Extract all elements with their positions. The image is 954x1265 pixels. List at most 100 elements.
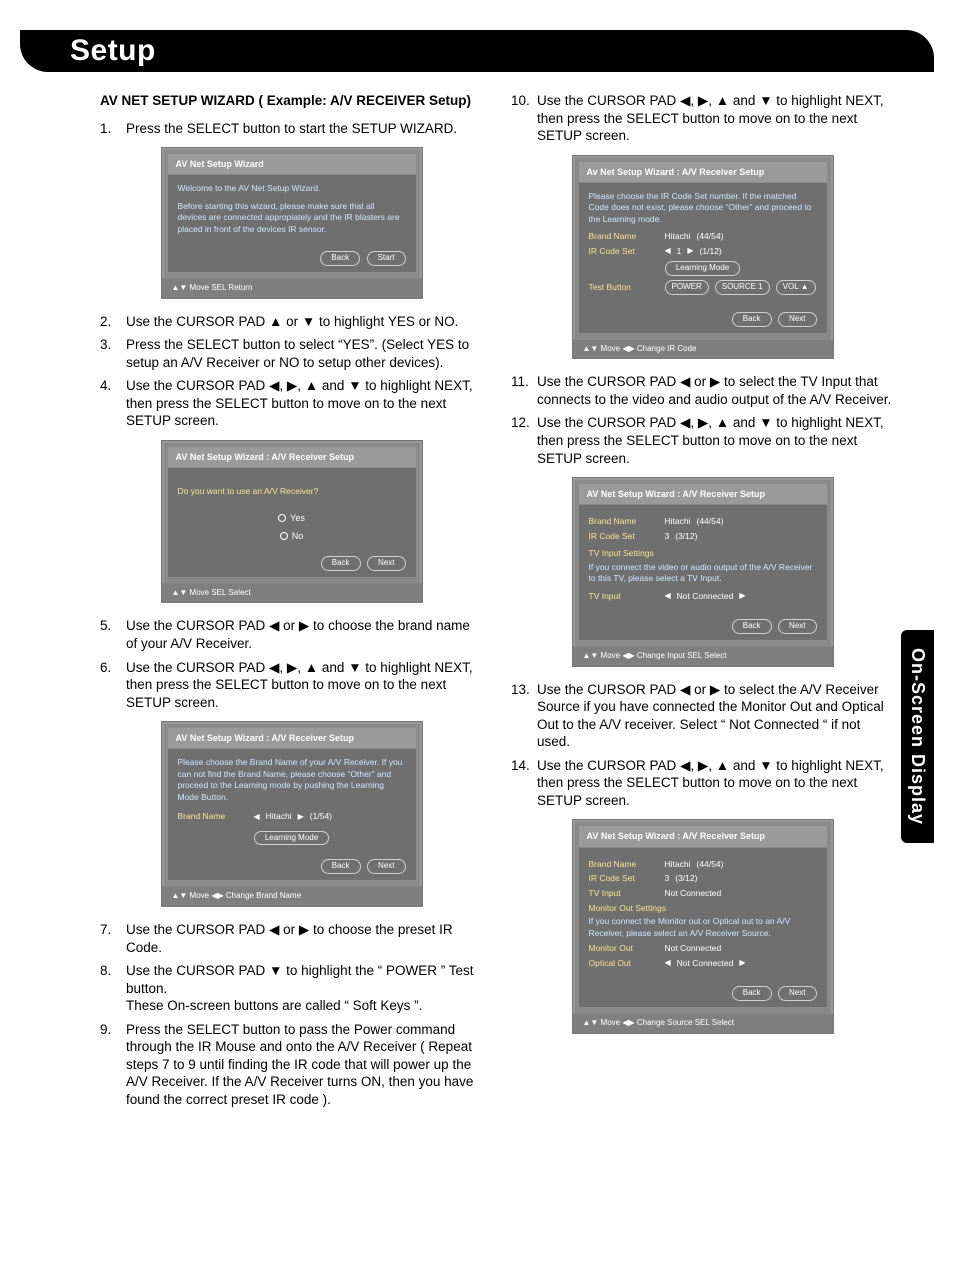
left-arrow-icon[interactable]: ◀: [665, 246, 671, 257]
osd-start-button[interactable]: Start: [367, 251, 406, 266]
tv-settings-msg: If you connect the video or audio output…: [589, 562, 817, 585]
right-arrow-icon[interactable]: ▶: [687, 246, 693, 257]
brand-value: Hitachi: [266, 811, 292, 822]
power-button[interactable]: POWER: [665, 280, 709, 295]
osd-back-button[interactable]: Back: [321, 859, 361, 874]
step-text: Use the CURSOR PAD ◀ or ▶ to choose the …: [126, 617, 483, 652]
ir-index: (3/12): [675, 873, 697, 884]
osd-next-button[interactable]: Next: [778, 312, 816, 327]
brand-label: Brand Name: [589, 859, 659, 870]
ir-value: 3: [665, 531, 670, 542]
side-tab: On-Screen Display: [901, 630, 934, 843]
right-arrow-icon[interactable]: ▶: [739, 958, 745, 969]
osd-tvinput: AV Net Setup Wizard : A/V Receiver Setup…: [572, 477, 834, 667]
osd-line: Before starting this wizard, please make…: [178, 201, 406, 235]
opticalout-value: Not Connected: [677, 958, 734, 969]
section-heading: AV NET SETUP WIZARD ( Example: A/V RECEI…: [100, 92, 483, 110]
osd-ircode: Av Net Setup Wizard : A/V Receiver Setup…: [572, 155, 834, 360]
opt-yes[interactable]: Yes: [290, 513, 305, 523]
tv-settings-head: TV Input Settings: [589, 548, 817, 559]
steps-left-3: Use the CURSOR PAD ◀ or ▶ to choose the …: [100, 617, 483, 711]
osd-next-button[interactable]: Next: [778, 986, 816, 1001]
brand-label: Brand Name: [589, 231, 659, 242]
step-text: Use the CURSOR PAD ◀, ▶, ▲ and ▼ to high…: [537, 92, 894, 145]
learning-mode-button[interactable]: Learning Mode: [254, 831, 329, 846]
osd-line: Welcome to the AV Net Setup Wizard.: [178, 183, 406, 194]
step-text: Press the SELECT button to select “YES”.…: [126, 336, 483, 371]
step-text: Use the CURSOR PAD ◀, ▶, ▲ and ▼ to high…: [537, 414, 894, 467]
step-text: Use the CURSOR PAD ◀ or ▶ to choose the …: [126, 921, 483, 956]
osd-footer: ▲▼ Move ◀▶ Change IR Code: [573, 339, 833, 359]
brand-label: Brand Name: [589, 516, 659, 527]
right-arrow-icon[interactable]: ▶: [739, 591, 745, 602]
monitorout-label: Monitor Out: [589, 943, 659, 954]
osd-header: AV Net Setup Wizard: [168, 154, 416, 175]
osd-next-button[interactable]: Next: [367, 859, 405, 874]
vol-button[interactable]: VOL ▲: [776, 280, 816, 295]
osd-msg: Please choose the IR Code Set number. If…: [589, 191, 817, 225]
osd-header: Av Net Setup Wizard : A/V Receiver Setup: [579, 162, 827, 183]
osd-back-button[interactable]: Back: [321, 556, 361, 571]
ir-index: (1/12): [700, 246, 722, 257]
left-arrow-icon[interactable]: ◀: [665, 958, 671, 969]
osd-msg: Please choose the Brand Name of your A/V…: [178, 757, 406, 803]
step-text: Use the CURSOR PAD ◀, ▶, ▲ and ▼ to high…: [126, 377, 483, 430]
brand-value: Hitachi: [665, 859, 691, 870]
monitorout-value: Not Connected: [665, 943, 722, 954]
radio-icon[interactable]: [278, 514, 286, 522]
step-text: Use the CURSOR PAD ▼ to highlight the “ …: [126, 962, 483, 1015]
learning-mode-button[interactable]: Learning Mode: [665, 261, 740, 276]
osd-footer: ▲▼ Move ◀▶ Change Brand Name: [162, 886, 422, 906]
step-text: Use the CURSOR PAD ◀, ▶, ▲ and ▼ to high…: [537, 757, 894, 810]
left-arrow-icon[interactable]: ◀: [665, 591, 671, 602]
osd-back-button[interactable]: Back: [732, 312, 772, 327]
brand-index: (1/54): [310, 811, 332, 822]
osd-back-button[interactable]: Back: [732, 986, 772, 1001]
steps-left: Press the SELECT button to start the SET…: [100, 120, 483, 138]
osd-back-button[interactable]: Back: [320, 251, 360, 266]
brand-index: (44/54): [696, 859, 723, 870]
brand-label: Brand Name: [178, 811, 248, 822]
tvinput-value: Not Connected: [677, 591, 734, 602]
osd-footer: ▲▼ Move SEL Select: [162, 583, 422, 603]
ir-label: IR Code Set: [589, 873, 659, 884]
osd-question: Do you want to use an A/V Receiver?: [178, 486, 406, 497]
osd-welcome: AV Net Setup Wizard Welcome to the AV Ne…: [161, 147, 423, 299]
tvinput-value: Not Connected: [665, 888, 722, 899]
left-column: AV NET SETUP WIZARD ( Example: A/V RECEI…: [100, 92, 483, 1115]
osd-footer: ▲▼ Move ◀▶ Change Input SEL Select: [573, 646, 833, 666]
radio-icon[interactable]: [280, 532, 288, 540]
ir-label: IR Code Set: [589, 246, 659, 257]
step-text: Use the CURSOR PAD ◀, ▶, ▲ and ▼ to high…: [126, 659, 483, 712]
monitorout-head: Monitor Out Settings: [589, 903, 817, 914]
step-text: Use the CURSOR PAD ◀ or ▶ to select the …: [537, 681, 894, 751]
osd-yesno: AV Net Setup Wizard : A/V Receiver Setup…: [161, 440, 423, 603]
left-arrow-icon[interactable]: ◀: [254, 812, 260, 823]
tvinput-label: TV Input: [589, 591, 659, 602]
ir-value: 3: [665, 873, 670, 884]
steps-right-1: Use the CURSOR PAD ◀, ▶, ▲ and ▼ to high…: [511, 92, 894, 145]
step-text: Use the CURSOR PAD ◀ or ▶ to select the …: [537, 373, 894, 408]
step-text: Press the SELECT button to pass the Powe…: [126, 1021, 483, 1109]
osd-next-button[interactable]: Next: [778, 619, 816, 634]
osd-header: AV Net Setup Wizard : A/V Receiver Setup: [168, 728, 416, 749]
osd-header: AV Net Setup Wizard : A/V Receiver Setup: [579, 484, 827, 505]
opt-no[interactable]: No: [292, 531, 304, 541]
right-arrow-icon[interactable]: ▶: [298, 812, 304, 823]
test-label: Test Button: [589, 282, 659, 293]
source-button[interactable]: SOURCE 1: [715, 280, 770, 295]
osd-monitorout: AV Net Setup Wizard : A/V Receiver Setup…: [572, 819, 834, 1033]
opticalout-label: Optical Out: [589, 958, 659, 969]
osd-brand: AV Net Setup Wizard : A/V Receiver Setup…: [161, 721, 423, 907]
osd-footer: ▲▼ Move ◀▶ Change Source SEL Select: [573, 1013, 833, 1033]
osd-header: AV Net Setup Wizard : A/V Receiver Setup: [168, 447, 416, 468]
brand-index: (44/54): [696, 516, 723, 527]
steps-right-2: Use the CURSOR PAD ◀ or ▶ to select the …: [511, 373, 894, 467]
tvinput-label: TV Input: [589, 888, 659, 899]
ir-label: IR Code Set: [589, 531, 659, 542]
brand-value: Hitachi: [665, 516, 691, 527]
right-column: Use the CURSOR PAD ◀, ▶, ▲ and ▼ to high…: [511, 92, 894, 1115]
osd-next-button[interactable]: Next: [367, 556, 405, 571]
steps-right-3: Use the CURSOR PAD ◀ or ▶ to select the …: [511, 681, 894, 810]
osd-back-button[interactable]: Back: [732, 619, 772, 634]
